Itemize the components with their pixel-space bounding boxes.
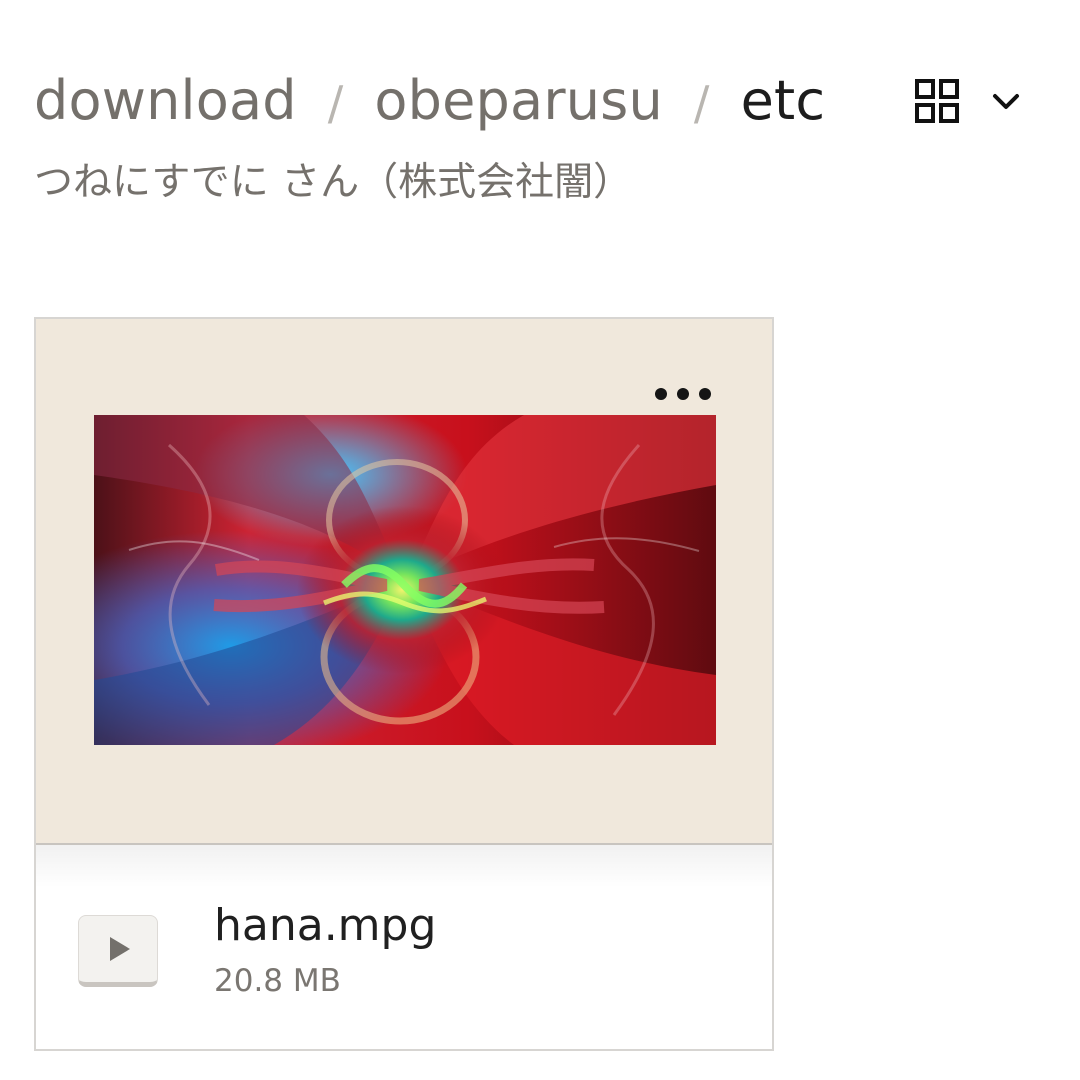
view-mode-toggle[interactable] [914, 76, 1026, 126]
breadcrumb: download / obeparusu / etc [34, 70, 825, 134]
file-preview-area [36, 319, 772, 845]
folder-owner-label: つねにすでに さん（株式会社闇） [34, 160, 633, 205]
breadcrumb-separator: / [327, 76, 344, 130]
file-size: 20.8 MB [214, 963, 341, 999]
chevron-down-icon [993, 94, 1019, 109]
grid-view-icon [915, 79, 959, 123]
more-options-button[interactable] [648, 381, 718, 407]
file-card-footer: hana.mpg 20.8 MB [36, 845, 772, 1049]
more-horizontal-icon [655, 388, 711, 400]
breadcrumb-separator: / [693, 76, 710, 130]
file-card[interactable]: hana.mpg 20.8 MB [34, 317, 774, 1051]
video-file-type-button[interactable] [78, 915, 158, 987]
page-header: download / obeparusu / etc [34, 70, 1040, 140]
video-thumbnail-image [94, 415, 716, 745]
play-icon [110, 937, 130, 961]
breadcrumb-download[interactable]: download [34, 70, 297, 132]
file-name[interactable]: hana.mpg [214, 899, 436, 953]
breadcrumb-obeparusu[interactable]: obeparusu [374, 70, 663, 132]
breadcrumb-current-folder: etc [740, 69, 826, 132]
